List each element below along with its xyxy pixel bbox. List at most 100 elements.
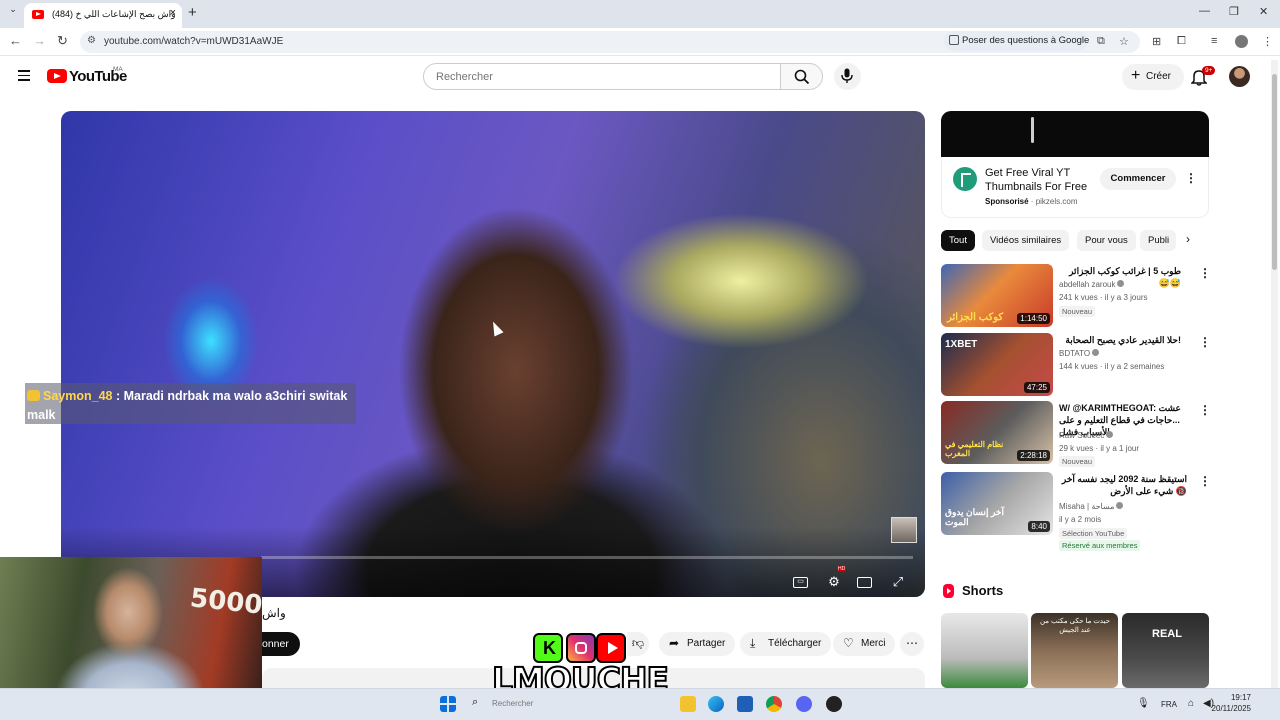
account-avatar[interactable] [1229, 66, 1250, 87]
channel-watermark[interactable] [891, 517, 917, 543]
chip-published[interactable]: Publi [1140, 230, 1176, 251]
short-item[interactable] [941, 613, 1028, 688]
chip-for-you[interactable]: Pour vous [1077, 230, 1136, 251]
short-item[interactable]: حيدت ما حكى مكتب من عند الجيش [1031, 613, 1118, 688]
related-channel[interactable]: BDTATO [1059, 347, 1100, 360]
youtube-logo-icon[interactable] [47, 69, 67, 83]
related-more-icon[interactable]: ⋮ [1199, 335, 1211, 349]
search-box[interactable] [423, 63, 781, 90]
fullscreen-icon[interactable]: ⤢ [889, 574, 907, 589]
install-icon[interactable]: ⧉ [1097, 35, 1105, 48]
related-channel[interactable]: Raw Soueëc [1059, 429, 1114, 442]
reload-icon[interactable]: ↻ [57, 33, 68, 49]
related-more-icon[interactable]: ⋮ [1199, 474, 1211, 488]
clock-date[interactable]: 20/11/2025 [1200, 704, 1251, 713]
ad-cta-button[interactable]: Commencer [1100, 168, 1176, 190]
subtitles-icon[interactable]: ▭ [793, 577, 808, 588]
new-tab-icon[interactable]: + [188, 4, 197, 21]
scrollbar-thumb[interactable] [1272, 74, 1277, 270]
thanks-button[interactable]: ♡ Merci [833, 632, 896, 656]
more-actions-button[interactable]: ⋯ [900, 632, 924, 656]
ad-more-icon[interactable]: ⋮ [1185, 171, 1197, 185]
related-title[interactable]: استيقظ سنة 2092 ليجد نفسه آخر شيء على ال… [1059, 473, 1187, 497]
reading-list-icon[interactable]: ≡ [1211, 35, 1217, 47]
related-thumbnail[interactable]: كوكب الجزائر 1:14:50 [941, 264, 1053, 327]
related-thumbnail[interactable]: 1XBET 47:25 [941, 333, 1053, 396]
sponsored-label: Sponsorisé [985, 197, 1029, 206]
emoji-icon [27, 390, 40, 401]
guide-menu-icon[interactable] [18, 70, 30, 82]
page-scrollbar[interactable] [1271, 60, 1278, 688]
forward-icon[interactable]: → [33, 33, 46, 48]
related-channel[interactable]: abdellah zarouk [1059, 278, 1125, 291]
youtube-social-icon [596, 633, 626, 663]
taskbar-search-placeholder[interactable]: Rechercher [492, 699, 533, 708]
network-icon[interactable]: ⌂ [1188, 698, 1194, 709]
related-more-icon[interactable]: ⋮ [1199, 403, 1211, 417]
channel-name[interactable]: Raw Soueëc [1059, 431, 1104, 440]
discord-icon[interactable] [796, 696, 812, 712]
channel-name[interactable]: BDTATO [1059, 349, 1090, 358]
related-meta: 144 k vues · il y a 2 semaines [1059, 362, 1165, 371]
microphone-tray-icon[interactable]: 🎙︎ [1137, 698, 1150, 709]
clock-time[interactable]: 19:17 [1221, 693, 1251, 702]
related-channel[interactable]: Misaha | مساحة [1059, 500, 1124, 513]
language-indicator[interactable]: FRA [1161, 700, 1177, 709]
settings-gear-icon[interactable]: ⚙ [825, 574, 843, 589]
taskbar-search-icon[interactable]: ⌕ [472, 696, 490, 712]
ad-domain: pikzels.com [1035, 197, 1078, 206]
close-tab-icon[interactable]: × [170, 7, 176, 19]
shorts-icon [943, 584, 954, 598]
chrome-icon[interactable] [766, 696, 782, 712]
thumb-caption: نظام التعليمي في المغرب [945, 440, 1004, 458]
chevron-right-icon[interactable]: › [1186, 232, 1190, 246]
download-button[interactable]: ⤓ Télécharger [740, 632, 832, 656]
subscribe-button[interactable]: onner [256, 632, 300, 656]
related-thumbnail[interactable]: آخر إنسان يدوق الموت 8:40 [941, 472, 1053, 535]
members-only-badge: Réservé aux membres [1059, 540, 1141, 551]
progress-bar[interactable] [261, 556, 913, 559]
new-badge: Nouveau [1059, 306, 1096, 317]
url-text: youtube.com/watch?v=mUWD31AaWJE [104, 36, 284, 47]
search-input[interactable] [436, 71, 756, 83]
file-explorer-icon[interactable] [680, 696, 696, 712]
ask-google-button[interactable]: Poser des questions à Google [944, 31, 1089, 51]
obs-icon[interactable] [826, 696, 842, 712]
restore-icon[interactable]: ❐ [1229, 5, 1239, 18]
advertiser-logo[interactable] [953, 167, 977, 191]
ad-title[interactable]: Get Free Viral YT Thumbnails For Free [985, 166, 1095, 194]
chip-related[interactable]: Vidéos similaires [982, 230, 1070, 251]
bookmark-star-icon[interactable]: ☆ [1119, 35, 1129, 48]
short-item[interactable]: REAL [1122, 613, 1209, 688]
site-info-icon[interactable]: ⚙ [87, 35, 96, 46]
back-icon[interactable]: ← [9, 33, 22, 48]
related-title[interactable]: حلا القيدير عادي يصبح الصحابة! [1059, 334, 1181, 346]
chip-all[interactable]: Tout [941, 230, 975, 251]
share-button[interactable]: ➦ Partager [659, 632, 736, 656]
browser-menu-icon[interactable]: ⋮ [1262, 35, 1273, 48]
browser-tab[interactable]: (484) واش بصح الإشاعات اللي خ × [24, 3, 182, 28]
theater-mode-icon[interactable] [857, 577, 872, 588]
related-more-icon[interactable]: ⋮ [1199, 266, 1211, 280]
channel-name[interactable]: abdellah zarouk [1059, 280, 1115, 289]
edge-icon[interactable] [708, 696, 724, 712]
dislike-button[interactable]: 👎︎ [627, 632, 649, 656]
windows-start-icon[interactable] [440, 696, 456, 712]
related-thumbnail[interactable]: نظام التعليمي في المغرب 2:28:18 [941, 401, 1053, 464]
tab-search-icon[interactable]: ⌄ [6, 4, 20, 15]
ad-banner-image[interactable] [941, 111, 1209, 157]
store-icon[interactable] [737, 696, 753, 712]
create-button[interactable]: + Créer [1122, 64, 1184, 90]
close-window-icon[interactable]: ✕ [1259, 5, 1268, 18]
minimize-icon[interactable]: — [1199, 5, 1210, 17]
search-button[interactable] [780, 63, 823, 90]
channel-name[interactable]: Misaha | مساحة [1059, 502, 1114, 511]
verified-icon [1117, 280, 1125, 287]
thanks-label: Merci [861, 638, 886, 649]
voice-search-button[interactable] [834, 63, 861, 90]
puzzle-icon[interactable]: ⧠ [1177, 35, 1186, 48]
extension-icon[interactable]: ⊞ [1152, 35, 1161, 48]
notifications-badge: 9+ [1202, 66, 1216, 75]
video-player[interactable]: ▭ ⚙ HD ⤢ [61, 111, 925, 597]
profile-icon[interactable] [1235, 35, 1248, 48]
